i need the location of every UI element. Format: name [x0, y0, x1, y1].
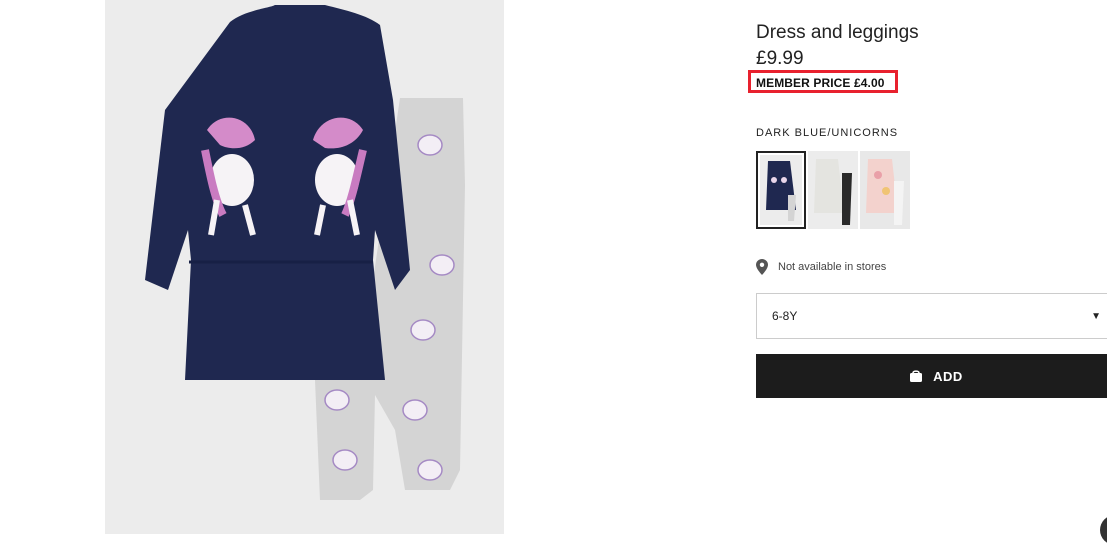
shopping-bag-icon — [910, 370, 923, 382]
swatch-light-grey-black-image — [808, 151, 858, 229]
size-select[interactable]: 6-8Y ▼ — [756, 293, 1107, 339]
swatch-dark-blue-unicorns-image — [760, 155, 802, 225]
chevron-down-icon: ▼ — [1091, 311, 1101, 322]
color-swatches — [756, 151, 910, 229]
add-button-label: ADD — [933, 368, 963, 384]
store-availability-text: Not available in stores — [778, 261, 887, 273]
swatch-dark-blue-unicorns[interactable] — [756, 151, 806, 229]
product-info-panel: Dress and leggings £9.99 MEMBER PRICE £4… — [748, 0, 1107, 534]
product-photo — [105, 0, 504, 534]
product-price: £9.99 — [756, 48, 804, 69]
swatch-light-grey-black[interactable] — [808, 151, 858, 229]
add-to-bag-button[interactable]: ADD — [756, 354, 1107, 398]
selected-color-name: DARK BLUE/UNICORNS — [756, 127, 899, 139]
product-image[interactable] — [105, 0, 504, 534]
product-title: Dress and leggings — [756, 22, 919, 43]
member-price: MEMBER PRICE £4.00 — [756, 76, 885, 90]
swatch-light-pink-floral-image — [860, 151, 910, 229]
location-pin-icon — [756, 259, 768, 275]
size-selected-value: 6-8Y — [772, 309, 798, 323]
store-availability: Not available in stores — [756, 259, 886, 275]
swatch-light-pink-floral[interactable] — [860, 151, 910, 229]
